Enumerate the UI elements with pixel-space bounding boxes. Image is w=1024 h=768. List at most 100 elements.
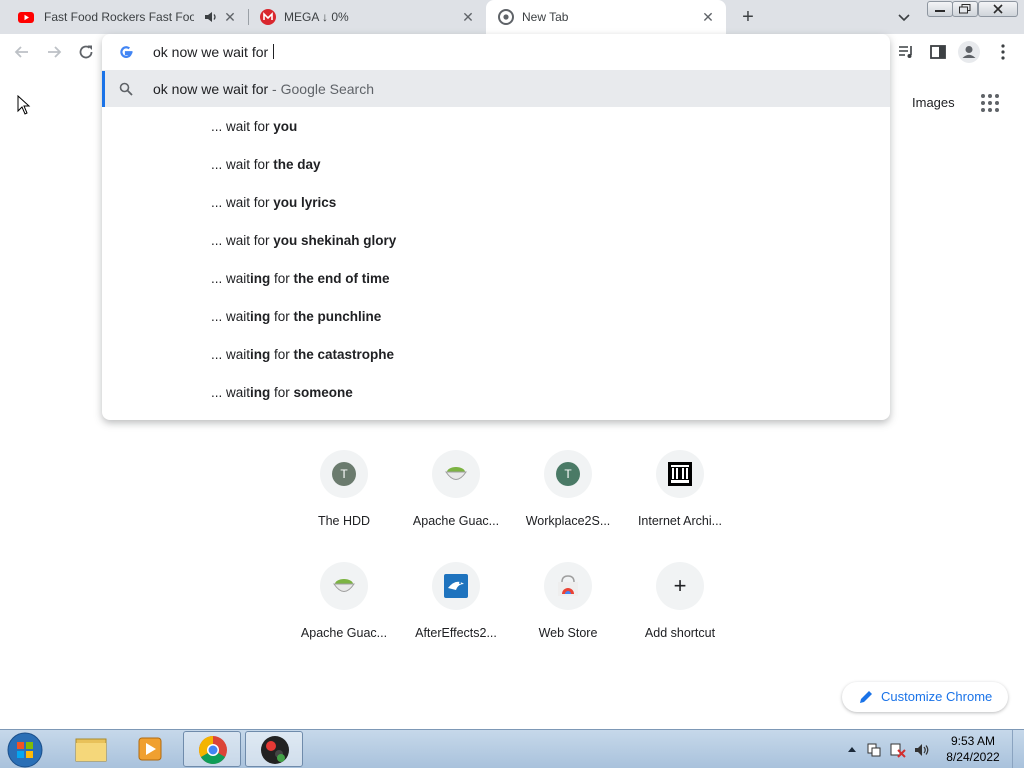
suggestion-prefix: ... wait: [211, 385, 251, 400]
close-tab-icon[interactable]: ✕: [460, 9, 476, 25]
add-shortcut-tile[interactable]: + Add shortcut: [624, 554, 736, 654]
guacamole-icon: [445, 467, 467, 480]
tab-youtube[interactable]: Fast Food Rockers Fast Food ✕: [0, 0, 248, 34]
shortcut-tile[interactable]: Web Store: [512, 554, 624, 654]
suggestion-prefix: ... wait: [211, 271, 251, 286]
suggestion-item[interactable]: ... wait for you shekinah glory: [102, 222, 890, 260]
web-store-icon: [558, 575, 578, 596]
media-control-icon[interactable]: [896, 42, 916, 62]
suggestion-completion: someone: [293, 385, 353, 400]
suggestion-ing: ing: [250, 271, 271, 286]
suggestion-item[interactable]: ... wait for you lyrics: [102, 184, 890, 222]
shortcut-label: AfterEffects2...: [415, 626, 497, 640]
shortcut-label: Apache Guac...: [300, 626, 388, 640]
shortcut-label: The HDD: [317, 514, 371, 528]
search-icon: [119, 82, 133, 96]
close-window-button[interactable]: [978, 1, 1018, 17]
profile-avatar-icon[interactable]: [958, 41, 980, 63]
shortcut-label: Internet Archi...: [637, 514, 723, 528]
google-apps-icon[interactable]: [980, 93, 1000, 113]
back-arrow-icon[interactable]: [12, 42, 32, 62]
speaker-icon[interactable]: [203, 9, 219, 25]
windows-taskbar: 9:53 AM 8/24/2022: [0, 729, 1024, 768]
customize-chrome-button[interactable]: Customize Chrome: [842, 682, 1008, 712]
action-center-icon[interactable]: [890, 742, 906, 758]
kebab-menu-icon[interactable]: [993, 42, 1013, 62]
guacamole-icon: [333, 579, 355, 592]
show-hidden-icons-icon[interactable]: [844, 742, 860, 758]
suggestion-text: ... waiting for the punchline: [211, 309, 381, 324]
chevron-down-icon[interactable]: [896, 9, 912, 25]
tab-strip: Fast Food Rockers Fast Food ✕ MEGA ↓ 0% …: [0, 0, 1024, 34]
suggestion-item[interactable]: ... wait for the day: [102, 146, 890, 184]
shortcut-tile[interactable]: Internet Archi...: [624, 442, 736, 542]
letter-icon: T: [556, 462, 580, 486]
forward-arrow-icon[interactable]: [44, 42, 64, 62]
suggestion-mid: for: [270, 271, 294, 286]
close-tab-icon[interactable]: ✕: [700, 9, 716, 25]
shortcut-tile[interactable]: T Workplace2S...: [512, 442, 624, 542]
clock-time[interactable]: 9:53 AM: [940, 734, 1006, 748]
mega-icon: [260, 9, 276, 25]
letter-icon: T: [332, 462, 356, 486]
suggestion-prefix: ... wait: [211, 157, 251, 172]
new-tab-button[interactable]: +: [737, 6, 759, 28]
suggestion-mid: for: [250, 119, 274, 134]
suggestion-mid: for: [250, 195, 274, 210]
shortcut-icon-circle: T: [544, 450, 592, 498]
shortcut-label: Web Store: [538, 626, 598, 640]
close-tab-icon[interactable]: ✕: [222, 9, 238, 25]
text-caret: [273, 44, 275, 59]
suggestion-prefix: ... wait: [211, 195, 251, 210]
selection-indicator: [102, 71, 105, 107]
tab-mega[interactable]: MEGA ↓ 0% ✕: [248, 0, 486, 34]
suggestion-prefix: ... wait: [211, 347, 251, 362]
restore-button[interactable]: [952, 1, 978, 17]
shortcut-icon-circle: [432, 450, 480, 498]
restore-icon: [959, 4, 971, 14]
taskbar-media-player[interactable]: [122, 731, 180, 767]
shortcut-tile[interactable]: Apache Guac...: [288, 554, 400, 654]
suggestion-item[interactable]: ... waiting for the punchline: [102, 298, 890, 336]
suggestion-text: ... waiting for the catastrophe: [211, 347, 394, 362]
address-input[interactable]: ok now we wait for: [153, 44, 275, 60]
tab-new-tab[interactable]: New Tab ✕: [486, 0, 726, 34]
show-desktop-button[interactable]: [1012, 730, 1024, 768]
suggestion-prefix: ... wait: [211, 233, 251, 248]
minimize-button[interactable]: [927, 1, 953, 17]
plus-icon: +: [673, 573, 687, 598]
address-input-text: ok now we wait for: [153, 44, 269, 60]
shortcut-icon-circle: [432, 562, 480, 610]
shortcut-tile[interactable]: AfterEffects2...: [400, 554, 512, 654]
taskbar-obs[interactable]: [245, 731, 303, 767]
shortcut-tile[interactable]: T The HDD: [288, 442, 400, 542]
suggestion-text: ... waiting for the end of time: [211, 271, 390, 286]
suggestion-completion: the catastrophe: [293, 347, 395, 362]
images-link[interactable]: Images: [912, 95, 955, 110]
shortcut-icon-circle: [656, 450, 704, 498]
pencil-icon: [860, 691, 872, 703]
shortcut-icon-circle: [320, 562, 368, 610]
shortcut-tile[interactable]: Apache Guac...: [400, 442, 512, 542]
taskbar-chrome[interactable]: [183, 731, 241, 767]
taskbar-file-explorer[interactable]: [62, 731, 120, 767]
suggestion-google-search[interactable]: ok now we wait for - Google Search: [102, 71, 890, 107]
shortcut-label: Apache Guac...: [412, 514, 500, 528]
suggestion-item[interactable]: ... waiting for the end of time: [102, 260, 890, 298]
clock-date[interactable]: 8/24/2022: [940, 750, 1006, 764]
side-panel-icon[interactable]: [928, 42, 948, 62]
tab-title: New Tab: [522, 10, 569, 24]
suggestion-prefix: ... wait: [211, 309, 251, 324]
folder-icon: [75, 738, 107, 762]
windows-start-icon[interactable]: [6, 731, 44, 768]
suggestion-item[interactable]: ... waiting for someone: [102, 374, 890, 412]
suggestion-item[interactable]: ... waiting for the catastrophe: [102, 336, 890, 374]
reload-icon[interactable]: [76, 42, 96, 62]
volume-icon[interactable]: [914, 742, 930, 758]
suggestion-query: ok now we wait for: [153, 81, 269, 97]
tab-title: Fast Food Rockers Fast Food: [44, 10, 194, 24]
address-bar[interactable]: ok now we wait for: [102, 34, 890, 70]
network-icon[interactable]: [866, 742, 882, 758]
suggestion-item[interactable]: ... wait for you: [102, 108, 890, 146]
suggestion-suffix: - Google Search: [268, 81, 375, 97]
